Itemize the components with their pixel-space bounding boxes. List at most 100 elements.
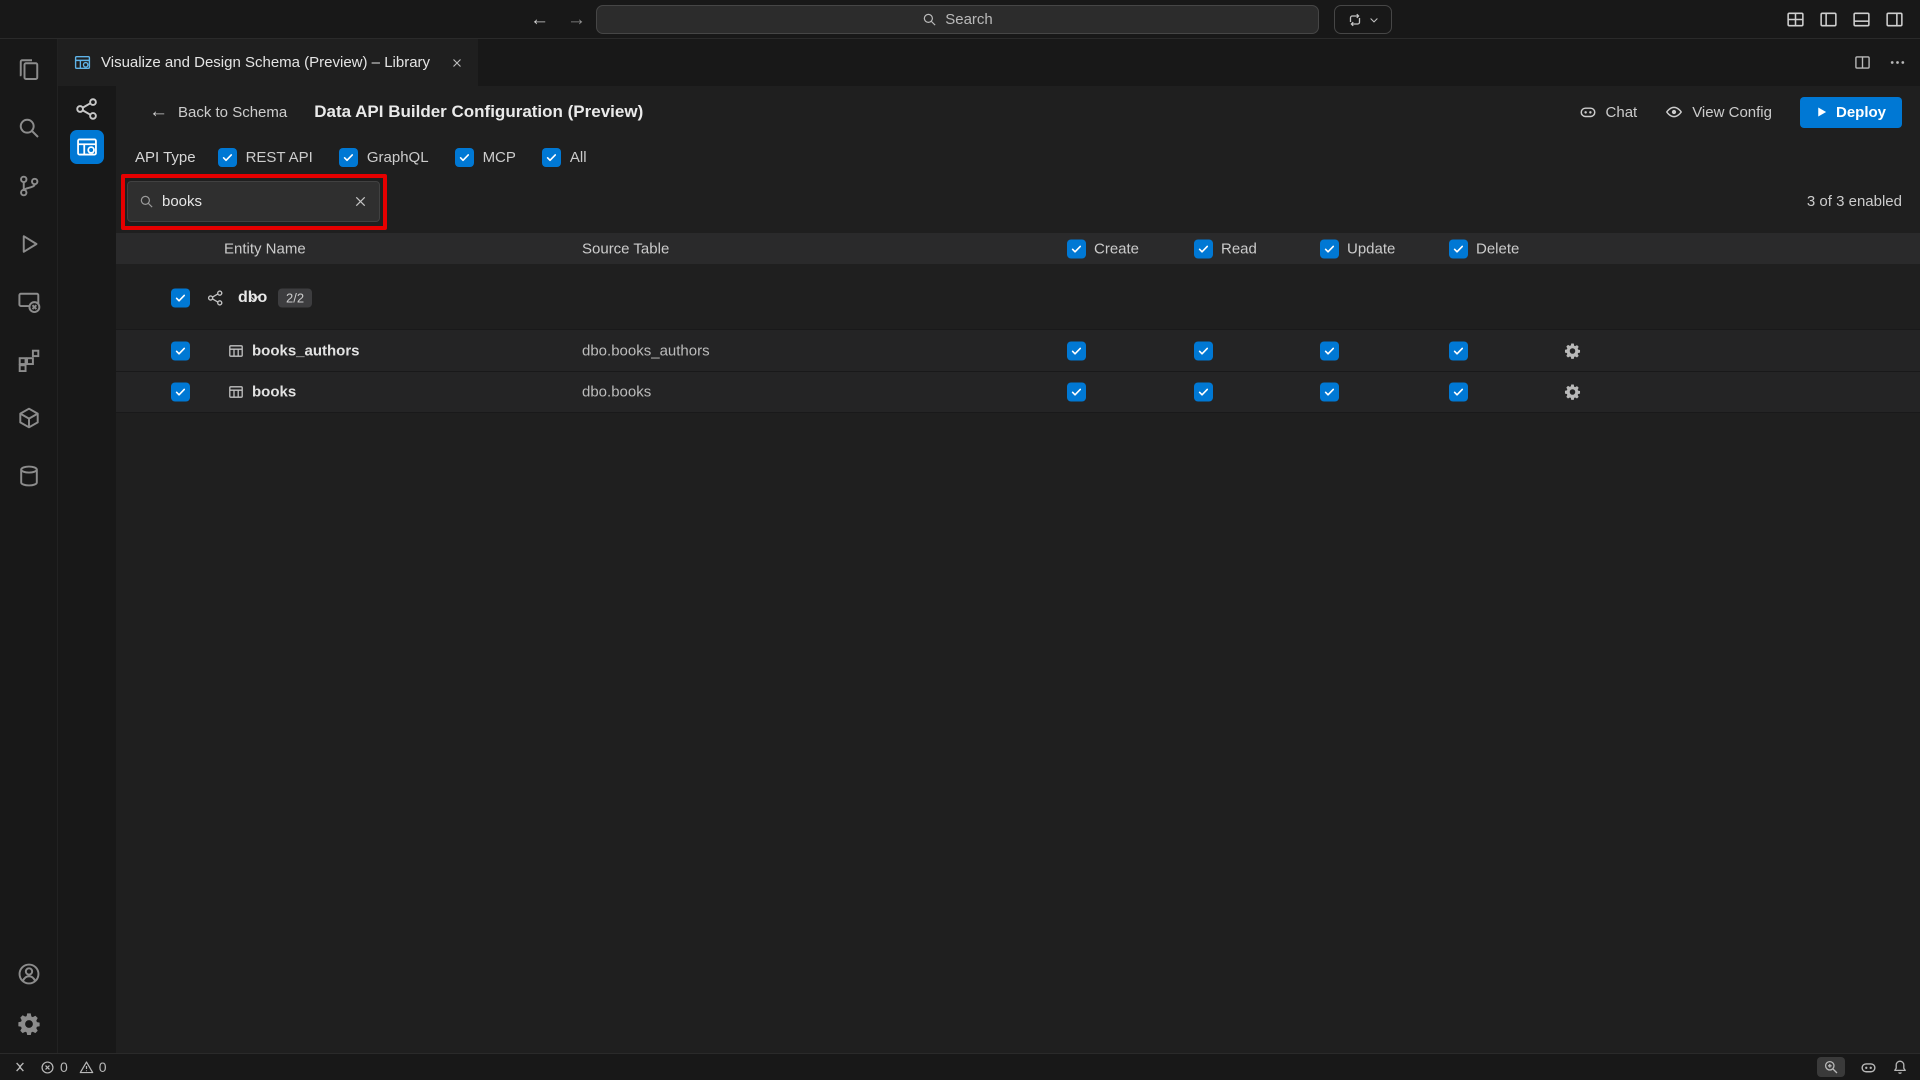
activity-remote-explorer[interactable] [0,273,58,331]
editor-tabbar: Visualize and Design Schema (Preview) – … [58,39,1920,86]
problems-indicator[interactable]: 0 0 [40,1059,107,1075]
checkbox-read[interactable] [1194,341,1213,360]
delete-header: Delete [1449,239,1519,258]
entity-rows: books_authors dbo.books_authors books db… [116,329,1920,413]
toggle-secondary-sidebar-icon[interactable] [1885,10,1904,29]
entity-name: books_authors [252,342,360,359]
copilot-status-icon[interactable] [1860,1059,1877,1076]
checkbox-delete[interactable] [1449,383,1468,402]
row-settings-gear-icon[interactable] [1564,342,1581,359]
checkbox-delete[interactable] [1449,341,1468,360]
header-checkbox-update[interactable] [1320,239,1339,258]
activity-source-control[interactable] [0,157,58,215]
zoom-icon [1823,1059,1839,1075]
header-checkbox-read[interactable] [1194,239,1213,258]
command-center-label: Search [945,11,993,28]
checkbox-mcp[interactable] [455,148,474,167]
filter-graphql[interactable]: GraphQL [339,148,429,167]
forward-arrow-icon[interactable]: → [567,9,586,31]
tab-close-icon[interactable] [450,56,464,70]
row-checkbox[interactable] [171,383,190,402]
header-checkbox-delete[interactable] [1449,239,1468,258]
activity-settings[interactable] [0,999,58,1049]
titlebar-layout-controls [1786,0,1904,39]
schema-visualizer-button[interactable] [70,94,104,124]
command-center-search[interactable]: Search [596,5,1319,34]
search-icon [17,116,41,140]
checkbox-all[interactable] [542,148,561,167]
source-table-header: Source Table [582,240,669,257]
create-label: Create [1094,240,1139,257]
api-type-filters: API Type REST API GraphQL MCP All [135,138,613,176]
remote-indicator[interactable] [12,1059,28,1075]
table-header-row: Entity Name Source Table Create Read Upd… [116,233,1920,264]
header-checkbox-create[interactable] [1067,239,1086,258]
deploy-button[interactable]: Deploy [1800,97,1902,128]
toggle-panel-icon[interactable] [1852,10,1871,29]
table-row-books-authors[interactable]: books_authors dbo.books_authors [116,329,1920,371]
notifications-bell-icon[interactable] [1892,1059,1908,1075]
activity-database-projects[interactable] [0,389,58,447]
view-config-button[interactable]: View Config [1665,103,1772,121]
source-table: dbo.books [582,384,651,401]
activity-account[interactable] [0,949,58,999]
entity-name-header: Entity Name [224,240,306,257]
back-arrow-icon[interactable]: ← [530,9,549,31]
database-icon [17,464,41,488]
table-row-books[interactable]: books dbo.books [116,371,1920,413]
annotation-highlight-box [121,174,387,230]
delete-label: Delete [1476,240,1519,257]
more-actions-icon[interactable] [1889,54,1906,71]
checkbox-create[interactable] [1067,341,1086,360]
checkbox-create[interactable] [1067,383,1086,402]
checkbox-graphql[interactable] [339,148,358,167]
activity-run-debug[interactable] [0,215,58,273]
table-gear-icon [76,136,98,158]
eye-icon [1665,103,1683,121]
activity-extensions[interactable] [0,331,58,389]
activity-database[interactable] [0,447,58,505]
activity-explorer[interactable] [0,41,58,99]
schema-group-name: dbo [238,289,267,307]
filter-mcp[interactable]: MCP [455,148,516,167]
filter-all[interactable]: All [542,148,587,167]
checkbox-update[interactable] [1320,341,1339,360]
group-checkbox[interactable] [171,289,190,308]
toggle-sidebar-icon[interactable] [1819,10,1838,29]
error-count: 0 [60,1059,68,1075]
filter-rest-api[interactable]: REST API [218,148,313,167]
checkbox-update[interactable] [1320,383,1339,402]
split-editor-icon[interactable] [1854,54,1871,71]
update-label: Update [1347,240,1395,257]
tab-visualize-design-schema[interactable]: Visualize and Design Schema (Preview) – … [58,39,478,86]
branch-icon [17,174,41,198]
chat-label: Chat [1606,104,1638,121]
history-nav: ← → [530,0,586,39]
chevron-down-icon [1368,14,1380,26]
row-checkbox[interactable] [171,341,190,360]
warning-icon [79,1060,94,1075]
account-icon [17,962,41,986]
run-tasks-control[interactable] [1334,5,1392,34]
row-settings-gear-icon[interactable] [1564,384,1581,401]
back-label: Back to Schema [178,104,287,121]
customize-layout-icon[interactable] [1786,10,1805,29]
zoom-status-item[interactable] [1817,1057,1845,1077]
update-header: Update [1320,239,1395,258]
read-header: Read [1194,239,1257,258]
create-header: Create [1067,239,1139,258]
back-to-schema-button[interactable]: ← Back to Schema [149,101,287,123]
play-icon [1816,106,1828,118]
copilot-icon [1579,103,1597,121]
activity-search[interactable] [0,99,58,157]
schema-group-row[interactable]: dbo 2/2 [116,277,1920,319]
checkbox-read[interactable] [1194,383,1213,402]
rest-api-label: REST API [246,149,313,166]
entity-name: books [252,384,296,401]
data-api-builder-button[interactable] [70,130,104,164]
checkbox-rest-api[interactable] [218,148,237,167]
files-icon [17,58,41,82]
designer-toolbar [58,86,116,1053]
view-config-label: View Config [1692,104,1772,121]
chat-button[interactable]: Chat [1579,103,1638,121]
